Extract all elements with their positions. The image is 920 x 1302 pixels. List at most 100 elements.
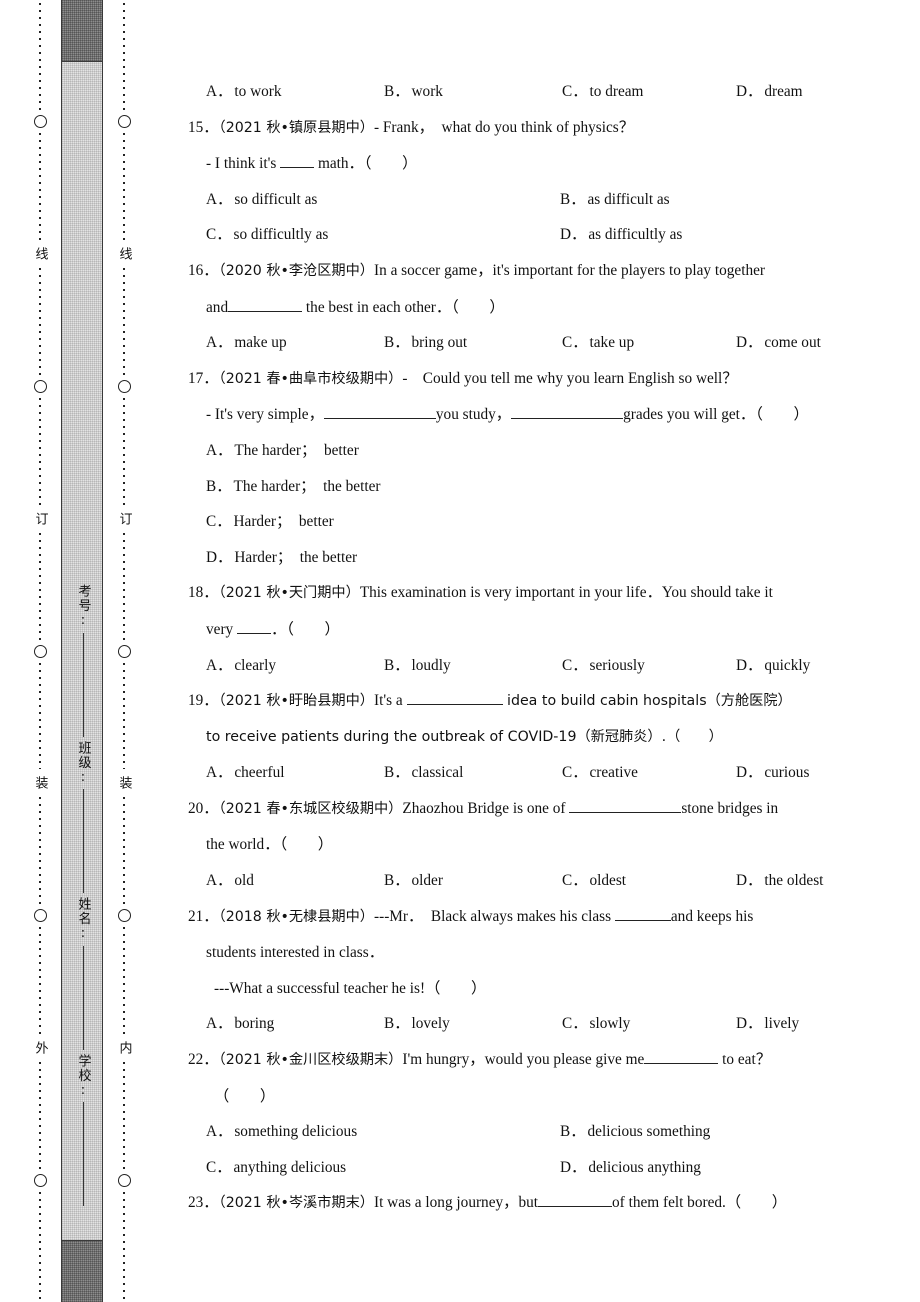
option-a[interactable]: A． old: [206, 863, 384, 899]
dotted-line-segment: [39, 397, 41, 505]
field-exam-number-blank[interactable]: [82, 632, 84, 737]
option-c[interactable]: C． oldest: [562, 863, 736, 899]
option-c[interactable]: C． take up: [562, 325, 736, 361]
option-d[interactable]: D． the oldest: [736, 863, 823, 899]
option-a[interactable]: A． so difficult as: [206, 182, 560, 218]
option-marker: B．: [384, 1015, 410, 1033]
option-text: quickly: [764, 656, 811, 674]
option-d[interactable]: D． delicious anything: [560, 1150, 701, 1186]
answer-blank[interactable]: [406, 704, 503, 706]
option-c[interactable]: C． to dream: [562, 74, 736, 110]
question-source: （2021 秋•金川区校级期末）: [218, 1052, 403, 1069]
option-text: boring: [234, 1015, 275, 1033]
option-d[interactable]: D． lively: [736, 1006, 799, 1042]
dotted-line-segment: [39, 797, 41, 905]
option-b[interactable]: B． lovely: [384, 1006, 562, 1042]
option-b[interactable]: B． older: [384, 863, 562, 899]
option-b[interactable]: B． bring out: [384, 325, 562, 361]
field-school[interactable]: 学校:: [75, 1053, 91, 1206]
answer-blank[interactable]: [280, 167, 315, 169]
dotted-line-segment: [39, 132, 41, 240]
answer-blank[interactable]: [644, 1063, 719, 1065]
seal-char-staple: 订: [116, 511, 132, 526]
option-text: clearly: [234, 656, 276, 674]
option-a[interactable]: A． to work: [206, 74, 384, 110]
option-text: creative: [589, 764, 638, 782]
question-block: A． to work B． work C． to dream D． dream: [188, 74, 906, 110]
option-b[interactable]: B． The harder； the better: [188, 469, 906, 505]
option-text: dream: [764, 83, 803, 100]
option-c[interactable]: C． slowly: [562, 1006, 736, 1042]
option-c[interactable]: C． creative: [562, 755, 736, 791]
answer-blank[interactable]: [569, 811, 682, 813]
answer-blank[interactable]: [228, 310, 303, 312]
seal-circle-icon: [33, 909, 47, 923]
field-name[interactable]: 姓名:: [76, 897, 91, 1050]
option-d[interactable]: D． as difficultly as: [560, 217, 682, 253]
option-text: The harder； the better: [233, 477, 381, 495]
option-c[interactable]: C． so difficultly as: [206, 217, 560, 253]
answer-blank[interactable]: [511, 418, 624, 420]
seal-char-line: 线: [116, 246, 132, 261]
option-a[interactable]: A． The harder； better: [188, 433, 906, 469]
option-d[interactable]: D． Harder； the better: [188, 540, 906, 576]
option-a[interactable]: A． make up: [206, 325, 384, 361]
option-row: C． so difficultly as D． as difficultly as: [188, 217, 906, 253]
question-source: （2021 春•东城区校级期中）: [218, 800, 403, 817]
option-text: Harder； better: [233, 513, 334, 531]
question-line-2: students interested in class．: [206, 944, 385, 962]
option-c[interactable]: C． seriously: [562, 648, 736, 684]
field-school-blank[interactable]: [82, 1102, 84, 1206]
dotted-line-segment: [123, 132, 125, 240]
field-name-blank[interactable]: [82, 945, 84, 1050]
field-exam-number[interactable]: 考号:: [76, 584, 91, 737]
dotted-line-segment: [39, 267, 41, 375]
field-school-label: 学校:: [75, 1053, 91, 1100]
question-text: stone bridges in: [681, 799, 779, 817]
line-text: ‑ I think it's: [206, 155, 281, 173]
option-b[interactable]: B． work: [384, 74, 562, 110]
field-class[interactable]: 班级:: [76, 741, 91, 893]
dotted-line-segment: [39, 927, 41, 1035]
option-b[interactable]: B． classical: [384, 755, 562, 791]
question-number: 16．: [188, 261, 219, 279]
option-a[interactable]: A． cheerful: [206, 755, 384, 791]
option-b[interactable]: B． loudly: [384, 648, 562, 684]
option-d[interactable]: D． curious: [736, 755, 809, 791]
question-line-2: and the best in each other．（ ）: [188, 290, 906, 326]
option-c[interactable]: C． anything delicious: [206, 1150, 560, 1186]
option-marker: C．: [562, 1015, 588, 1033]
option-b[interactable]: B． delicious something: [560, 1114, 710, 1150]
option-text: take up: [589, 334, 635, 352]
option-a[interactable]: A． something delicious: [206, 1114, 560, 1150]
dotted-line-segment: [39, 3, 41, 110]
option-text: as difficultly as: [588, 226, 683, 244]
option-text: to work: [234, 83, 282, 100]
option-d[interactable]: D． quickly: [736, 648, 810, 684]
answer-blank[interactable]: [237, 632, 272, 634]
option-marker: D．: [736, 764, 763, 782]
field-class-blank[interactable]: [82, 789, 84, 893]
option-c[interactable]: C． Harder； better: [188, 504, 906, 540]
dotted-line-segment: [39, 1192, 41, 1300]
seal-circle-icon: [117, 114, 131, 128]
option-marker: B．: [206, 477, 232, 495]
option-d[interactable]: D． dream: [736, 74, 803, 110]
answer-blank[interactable]: [538, 1206, 612, 1208]
option-a[interactable]: A． clearly: [206, 648, 384, 684]
info-strip-cap-top: [62, 0, 102, 62]
option-text: slowly: [589, 1015, 631, 1033]
option-text: bring out: [411, 334, 468, 352]
option-marker: A．: [206, 764, 233, 782]
option-text: The harder； better: [234, 441, 359, 459]
option-b[interactable]: B． as difficult as: [560, 182, 670, 218]
answer-blank[interactable]: [614, 919, 671, 921]
answer-blank[interactable]: [323, 418, 436, 420]
option-a[interactable]: A． boring: [206, 1006, 384, 1042]
question-text: to eat？: [718, 1051, 771, 1069]
question-number: 20．: [188, 799, 219, 817]
option-marker: C．: [206, 1158, 232, 1176]
option-text: lively: [764, 1015, 800, 1033]
option-marker: C．: [206, 226, 232, 244]
option-d[interactable]: D． come out: [736, 325, 821, 361]
